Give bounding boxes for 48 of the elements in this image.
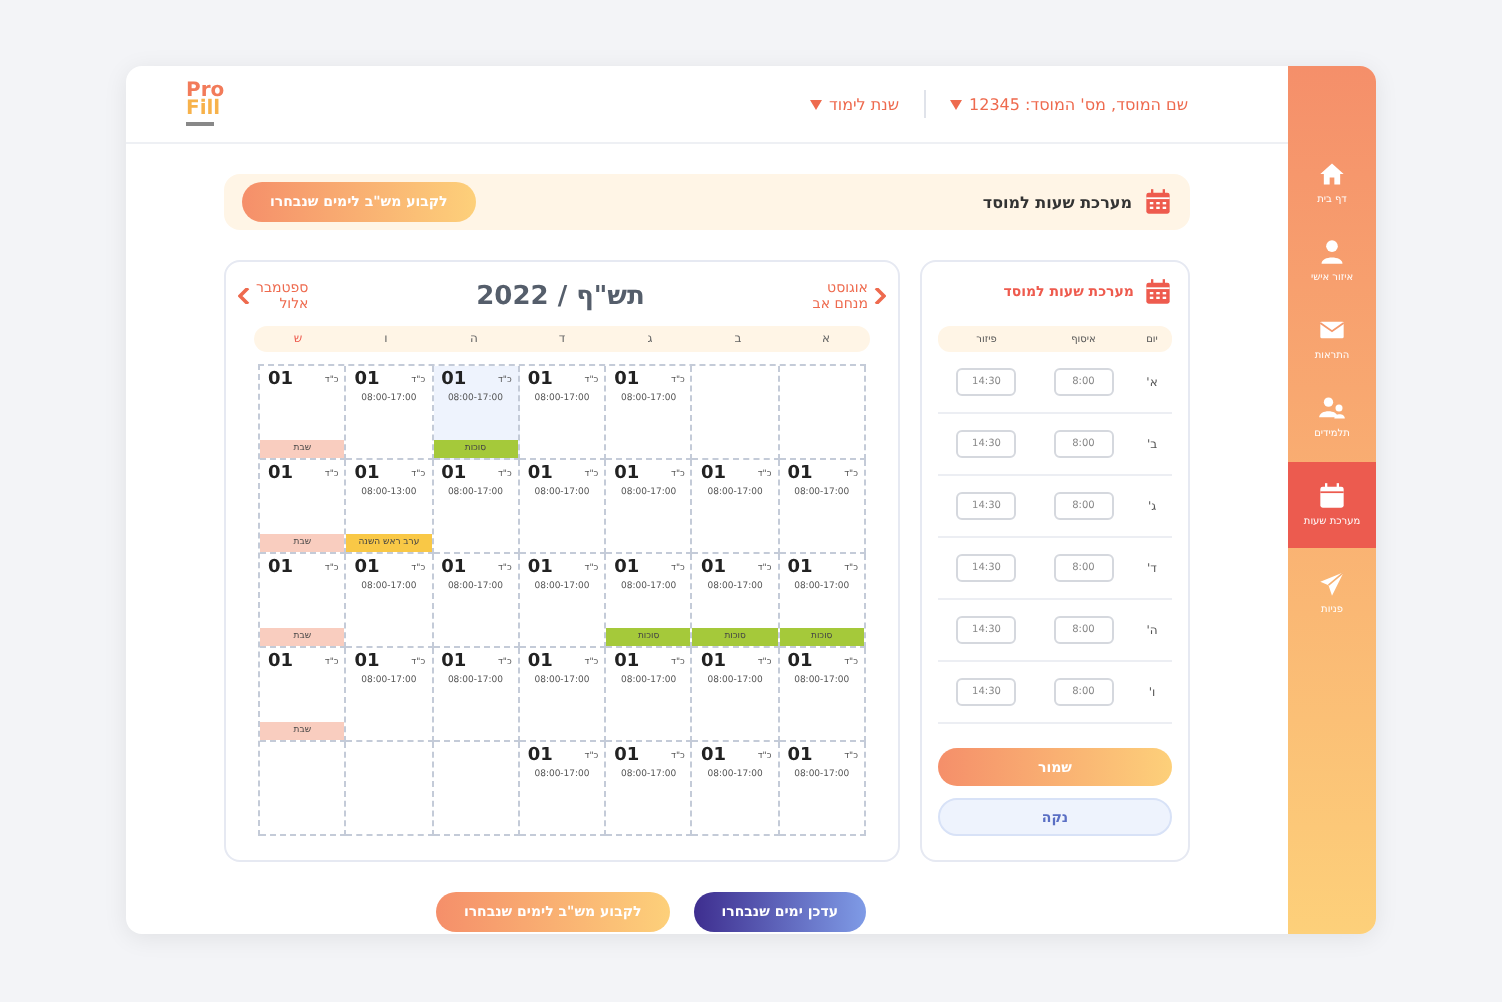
day-number: 01 — [527, 558, 553, 578]
calendar-icon — [1144, 188, 1172, 216]
day-number: 01 — [700, 558, 726, 578]
day-number: 01 — [614, 652, 640, 672]
empty-day-cell — [433, 742, 520, 836]
calendar-icon — [1144, 278, 1172, 306]
day-number: 01 — [527, 464, 553, 484]
empty-day-cell — [692, 366, 780, 460]
day-number: 01 — [441, 652, 467, 672]
day-number: 01 — [700, 746, 726, 766]
banner-title: מערכת שעות למוסד — [982, 193, 1132, 211]
day-number: 01 — [441, 558, 467, 578]
send-icon — [1318, 570, 1346, 598]
user-icon — [1318, 238, 1346, 266]
day-number: 01 — [787, 464, 813, 484]
day-number: 01 — [441, 464, 467, 484]
chevron-left-icon — [238, 288, 251, 304]
day-number: 01 — [700, 464, 726, 484]
day-number: 01 — [614, 370, 640, 390]
caret-icon — [809, 99, 822, 109]
day-number: 01 — [787, 652, 813, 672]
empty-day-cell — [346, 742, 434, 836]
day-number: 01 — [614, 746, 640, 766]
day-number: 01 — [527, 370, 553, 390]
day-number: 01 — [787, 558, 813, 578]
day-number: 01 — [614, 558, 640, 578]
calendar-icon — [1318, 482, 1346, 510]
day-number: 01 — [614, 464, 640, 484]
day-number: 01 — [527, 652, 553, 672]
caret-icon — [949, 99, 962, 109]
day-number: 01 — [268, 652, 294, 672]
day-number: 01 — [441, 370, 467, 390]
users-icon — [1318, 394, 1346, 422]
calendar-title: תש"ף / 2022 — [476, 281, 645, 311]
day-number: 01 — [700, 652, 726, 672]
day-number: 01 — [354, 652, 380, 672]
day-number: 01 — [268, 558, 294, 578]
home-icon — [1318, 160, 1346, 188]
logo: Pro Fill — [186, 82, 225, 126]
day-number: 01 — [787, 746, 813, 766]
day-number: 01 — [268, 370, 294, 390]
day-number: 01 — [354, 558, 380, 578]
day-number: 01 — [354, 370, 380, 390]
day-number: 01 — [354, 464, 380, 484]
mail-icon — [1318, 316, 1346, 344]
day-number: 01 — [268, 464, 294, 484]
day-number: 01 — [527, 746, 553, 766]
chevron-right-icon — [874, 288, 886, 304]
